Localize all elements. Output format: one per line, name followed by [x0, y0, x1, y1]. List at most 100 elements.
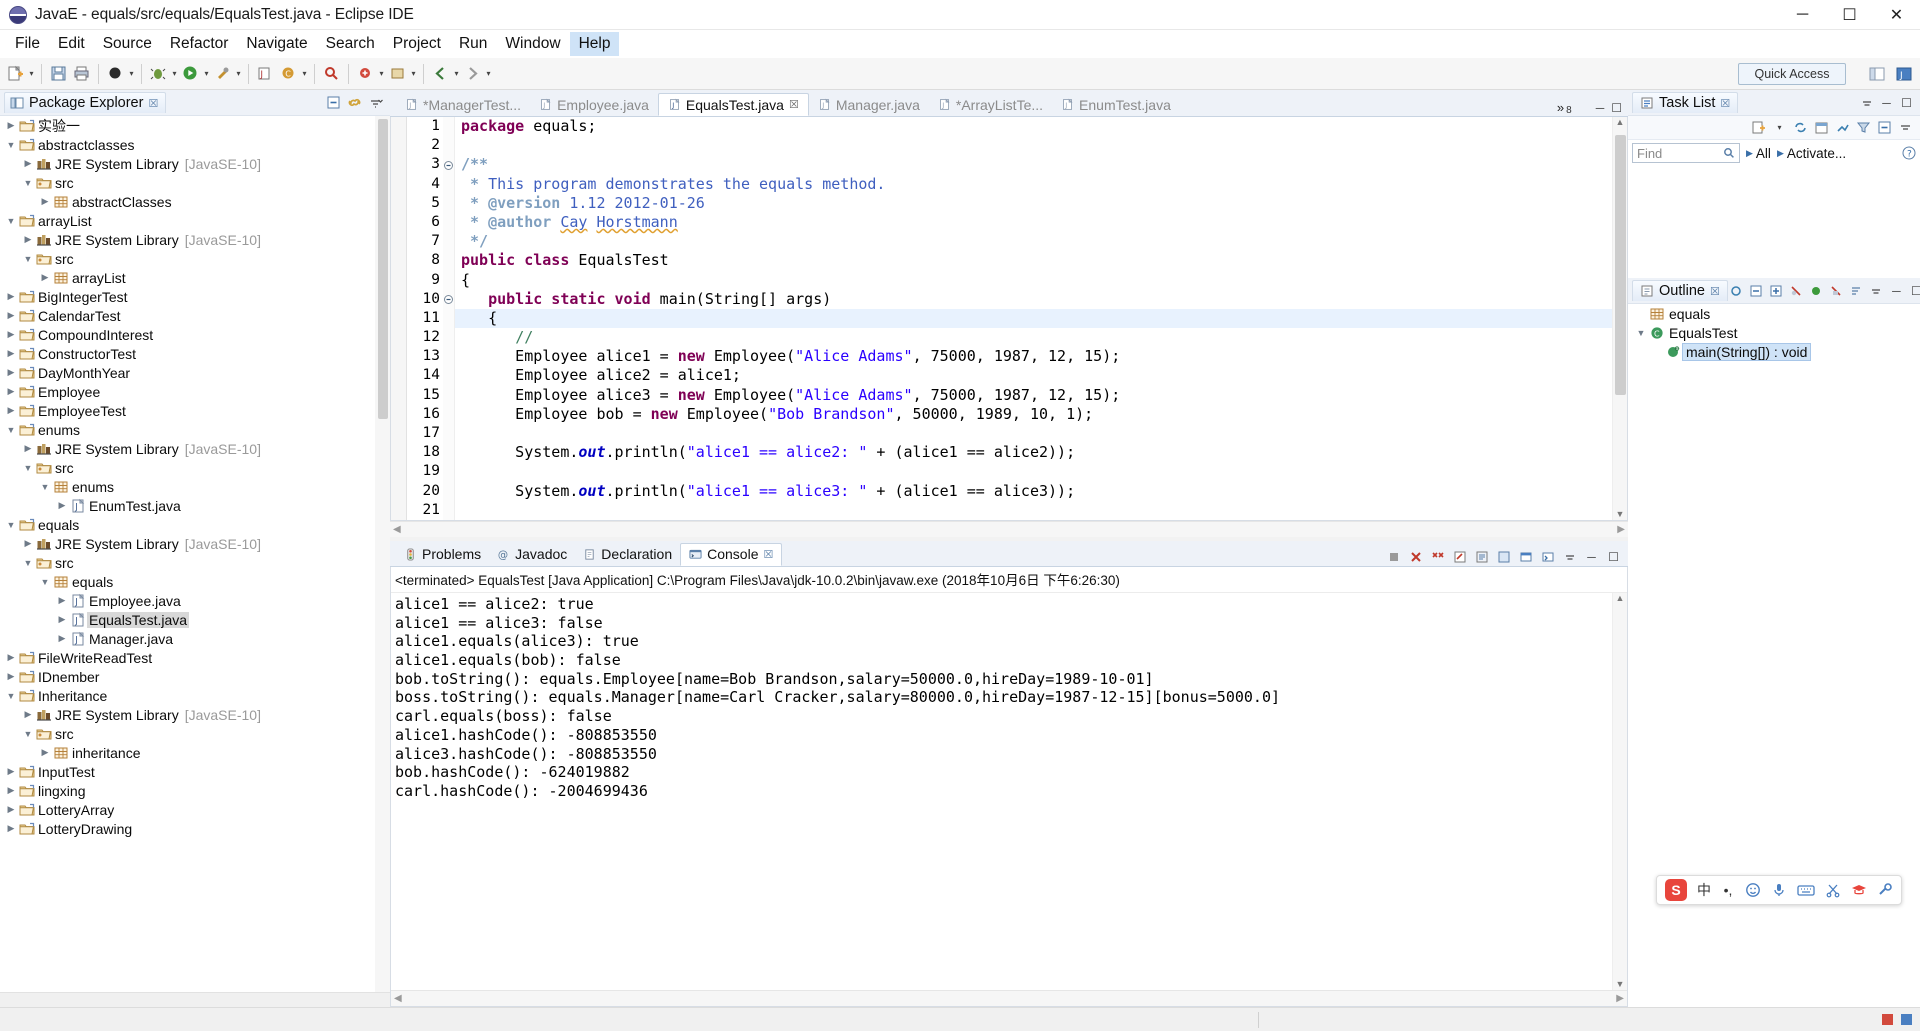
tree-item-calendartest[interactable]: ▶ CalendarTest [0, 306, 390, 325]
writable-icon[interactable] [1880, 1012, 1895, 1027]
tree-item-src[interactable]: ▼ src [0, 173, 390, 192]
tree-item-abstractclasses[interactable]: ▼ abstractclasses [0, 135, 390, 154]
clear-console-icon[interactable] [1451, 549, 1468, 566]
menu-project[interactable]: Project [384, 32, 450, 56]
chevron-right-icon[interactable]: ▶ [38, 747, 52, 758]
menu-window[interactable]: Window [496, 32, 569, 56]
chevron-right-icon[interactable]: ▶ [4, 652, 18, 663]
editor-tab-enumtest-java[interactable]: J EnumTest.java [1052, 93, 1180, 116]
hide-static-icon[interactable] [1808, 282, 1825, 299]
chevron-down-icon[interactable]: ▼ [4, 520, 18, 530]
console-view-menu-icon[interactable] [1561, 549, 1578, 566]
console-tab-problems[interactable]: Problems [396, 543, 489, 566]
task-list-tab[interactable]: Task List ☒ [1632, 92, 1739, 113]
package-explorer-tab[interactable]: Package Explorer ☒ [4, 92, 167, 113]
smiley-icon[interactable] [1745, 882, 1761, 898]
code-line[interactable]: package equals; [455, 117, 1612, 136]
open-perspective-icon[interactable] [1865, 62, 1889, 86]
task-list-maximize-icon[interactable]: ☐ [1898, 94, 1915, 111]
editor-tab-managertest[interactable]: J *ManagerTest... [396, 93, 530, 116]
tree-item-equalstest-java[interactable]: ▶ J EqualsTest.java [0, 610, 390, 629]
outline-item-main-string-void[interactable]: s main(String[]) : void [1628, 342, 1920, 361]
chevron-down-icon[interactable]: ▼ [21, 254, 35, 264]
tree-item-jre-system-library[interactable]: ▶ JRE System Library [JavaSE-10] [0, 534, 390, 553]
tree-item-arraylist[interactable]: ▼ arrayList [0, 211, 390, 230]
tree-item-daymonthyear[interactable]: ▶ DayMonthYear [0, 363, 390, 382]
debug-icon[interactable] [148, 63, 169, 85]
scrollbar-thumb[interactable] [378, 119, 388, 419]
scroll-left-arrow-icon[interactable]: ◀ [394, 993, 402, 1004]
back-icon[interactable] [430, 63, 451, 85]
code-line[interactable]: { [455, 271, 1612, 290]
console-horizontal-scrollbar[interactable]: ◀ ▶ [391, 990, 1627, 1006]
code-line[interactable]: public static void main(String[] args) [455, 290, 1612, 309]
chevron-right-icon[interactable]: ▶ [55, 614, 69, 625]
outline-maximize-icon[interactable]: ☐ [1908, 282, 1920, 299]
open-console-icon[interactable] [1539, 549, 1556, 566]
new-class-dropdown[interactable]: ▾ [300, 63, 309, 85]
new-class-icon[interactable]: C [278, 63, 299, 85]
code-line[interactable]: * @author Cay Horstmann [455, 213, 1612, 232]
schedule-icon[interactable] [1813, 119, 1830, 136]
menu-source[interactable]: Source [94, 32, 161, 56]
code-line[interactable] [455, 462, 1612, 481]
java-perspective-icon[interactable]: J [1892, 62, 1916, 86]
sogou-logo-icon[interactable]: S [1665, 879, 1687, 901]
code-line[interactable]: /** [455, 155, 1612, 174]
package-explorer-vertical-scrollbar[interactable] [375, 116, 390, 992]
previous-annotation-dropdown[interactable]: ▾ [409, 63, 418, 85]
pin-console-icon[interactable] [1495, 549, 1512, 566]
tree-item-employeetest[interactable]: ▶ EmployeeTest [0, 401, 390, 420]
tree-item-jre-system-library[interactable]: ▶ JRE System Library [JavaSE-10] [0, 439, 390, 458]
scroll-up-arrow-icon[interactable]: ▲ [1613, 117, 1627, 127]
tree-item-enums[interactable]: ▼ enums [0, 420, 390, 439]
editor-tab-equalstest-java[interactable]: J EqualsTest.java ☒ [657, 93, 809, 116]
run-dropdown[interactable]: ▾ [202, 63, 211, 85]
next-annotation-icon[interactable] [355, 63, 376, 85]
editor-vertical-scrollbar[interactable]: ▲ ▼ [1612, 117, 1627, 520]
task-list-view-menu-icon[interactable] [1858, 94, 1875, 111]
chevron-right-icon[interactable]: ▶ [4, 823, 18, 834]
scroll-right-arrow-icon[interactable]: ▶ [1616, 993, 1624, 1004]
tree-item-employee[interactable]: ▶ Employee [0, 382, 390, 401]
chevron-down-icon[interactable]: ▼ [4, 425, 18, 435]
focus-icon[interactable] [1834, 119, 1851, 136]
outline-view-menu-icon[interactable] [1868, 282, 1885, 299]
code-line[interactable]: */ [455, 232, 1612, 251]
menu-help[interactable]: Help [569, 32, 620, 56]
new-java-project-icon[interactable]: J [255, 63, 276, 85]
close-icon[interactable]: ☒ [148, 97, 158, 110]
new-wizard-dropdown[interactable]: ▾ [27, 63, 36, 85]
editor-folding-strip[interactable] [443, 117, 455, 520]
next-annotation-dropdown[interactable]: ▾ [377, 63, 386, 85]
code-line[interactable]: Employee alice1 = new Employee("Alice Ad… [455, 347, 1612, 366]
fold-toggle-icon[interactable] [443, 155, 454, 174]
package-explorer-horizontal-scrollbar[interactable] [0, 992, 390, 1007]
task-filter-all[interactable]: ▶ All [1746, 146, 1771, 161]
console-vertical-scrollbar[interactable]: ▲ ▼ [1612, 592, 1627, 990]
wrench-icon[interactable] [1877, 882, 1893, 898]
chevron-right-icon[interactable]: ▶ [21, 234, 35, 245]
maximize-button[interactable]: ☐ [1826, 0, 1873, 30]
close-icon[interactable]: ☒ [1720, 97, 1730, 110]
chevron-right-icon[interactable]: ▶ [55, 595, 69, 606]
console-maximize-icon[interactable]: ☐ [1605, 549, 1622, 566]
tree-item-idnember[interactable]: ▶ IDnember [0, 667, 390, 686]
collapse-all-icon[interactable] [1748, 282, 1765, 299]
chevron-right-icon[interactable]: ▶ [4, 785, 18, 796]
link-with-editor-icon[interactable] [346, 94, 363, 111]
run-external-tools-icon[interactable] [212, 63, 233, 85]
editor-tab-manager-java[interactable]: J Manager.java [809, 93, 929, 116]
tree-item-src[interactable]: ▼ src [0, 724, 390, 743]
chevron-right-icon[interactable]: ▶ [4, 310, 18, 321]
close-icon[interactable]: ☒ [1710, 285, 1720, 298]
console-output[interactable]: alice1 == alice2: true alice1 == alice3: … [391, 592, 1627, 990]
menu-file[interactable]: File [6, 32, 49, 56]
outline-tab[interactable]: Outline ☒ [1632, 280, 1728, 301]
code-line[interactable]: Employee bob = new Employee("Bob Brandso… [455, 405, 1612, 424]
editor-maximize-icon[interactable]: ☐ [1611, 101, 1622, 115]
editor-marker-bar[interactable] [391, 117, 407, 520]
tree-item-inheritance[interactable]: ▶ inheritance [0, 743, 390, 762]
tree-item-src[interactable]: ▼ src [0, 458, 390, 477]
code-line[interactable]: System.out.println("alice1 == alice2: " … [455, 443, 1612, 462]
